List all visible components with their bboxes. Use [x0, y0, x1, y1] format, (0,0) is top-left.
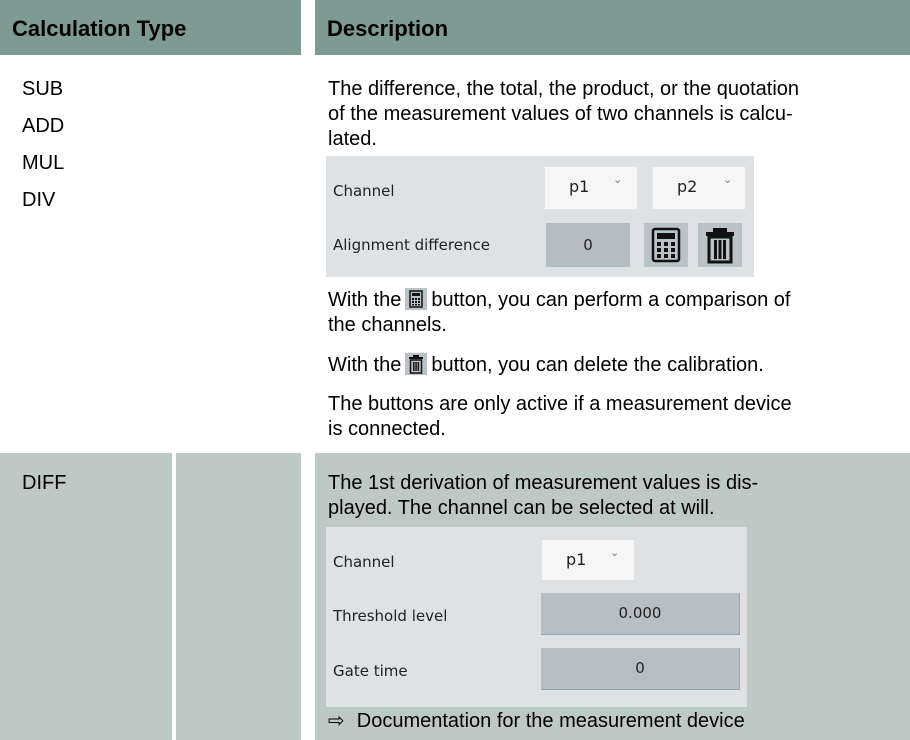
trash-icon [405, 353, 428, 375]
calc-type-item: SUB [22, 78, 64, 100]
threshold-level-label: Threshold level [333, 607, 448, 625]
calc-type-list: SUB ADD MUL DIV [22, 77, 282, 225]
gate-time-field[interactable]: 0 [541, 648, 740, 690]
header-description: Description [315, 0, 910, 55]
intro-line: The difference, the total, the product, … [328, 78, 800, 100]
alignment-difference-field[interactable]: 0 [546, 223, 630, 267]
intro-line: lated. [328, 128, 377, 150]
link-text[interactable]: Documentation for the measurement device [357, 710, 745, 732]
calculate-button[interactable] [644, 223, 688, 267]
calculator-icon [651, 227, 681, 263]
text: is connected. [328, 418, 446, 440]
documentation-link[interactable]: ⇨ Documentation for the measurement devic… [328, 709, 745, 734]
text: With the [328, 354, 402, 376]
chevron-down-icon: ⌄ [723, 173, 733, 186]
text: With the [328, 289, 402, 311]
calc-type-item: ADD [22, 115, 65, 137]
calc-type-item: DIV [22, 189, 56, 211]
calc-type-item: MUL [22, 152, 65, 174]
trash-icon [706, 228, 734, 264]
buttons-note: The buttons are only active if a measure… [328, 392, 792, 442]
text: button, you can perform a comparison of [431, 289, 791, 311]
text: The 1st derivation of measurement values… [328, 472, 759, 494]
text: button, you can delete the calibration. [431, 354, 764, 376]
row2-type: DIFF [22, 472, 67, 494]
delete-button-description: With the button, you can delete the calib… [328, 353, 764, 378]
channel-compare-panel: Channel p1 ⌄ p2 ⌄ Alignment difference 0 [326, 156, 754, 277]
row2-intro: The 1st derivation of measurement values… [328, 471, 758, 521]
channel-b-dropdown[interactable]: p2 ⌄ [652, 166, 746, 210]
row2-type-cell [0, 453, 172, 740]
threshold-level-field[interactable]: 0.000 [541, 593, 740, 635]
calc-button-description: With the button, you can perform a compar… [328, 288, 790, 338]
chevron-down-icon: ⌄ [610, 546, 620, 559]
channel-label: Channel [333, 182, 395, 200]
gate-time-label: Gate time [333, 662, 408, 680]
calculator-icon [405, 288, 428, 310]
text: played. The channel can be selected at w… [328, 497, 715, 519]
header-calculation-type: Calculation Type [0, 0, 301, 55]
alignment-difference-label: Alignment difference [333, 236, 490, 254]
channel-a-value: p1 [569, 177, 590, 196]
channel-value: p1 [566, 550, 587, 569]
chevron-down-icon: ⌄ [613, 173, 623, 186]
channel-dropdown[interactable]: p1 ⌄ [541, 539, 635, 581]
text: the channels. [328, 314, 447, 336]
arrow-right-icon: ⇨ [328, 710, 345, 732]
delete-calibration-button[interactable] [698, 223, 742, 267]
channel-b-value: p2 [677, 177, 698, 196]
row2-empty-cell [176, 453, 301, 740]
text: The buttons are only active if a measure… [328, 393, 792, 415]
diff-settings-panel: Channel p1 ⌄ Threshold level 0.000 Gate … [326, 527, 747, 707]
row1-intro: The difference, the total, the product, … [328, 77, 799, 152]
intro-line: of the measurement values of two channel… [328, 103, 793, 125]
channel-label: Channel [333, 553, 395, 571]
channel-a-dropdown[interactable]: p1 ⌄ [544, 166, 638, 210]
